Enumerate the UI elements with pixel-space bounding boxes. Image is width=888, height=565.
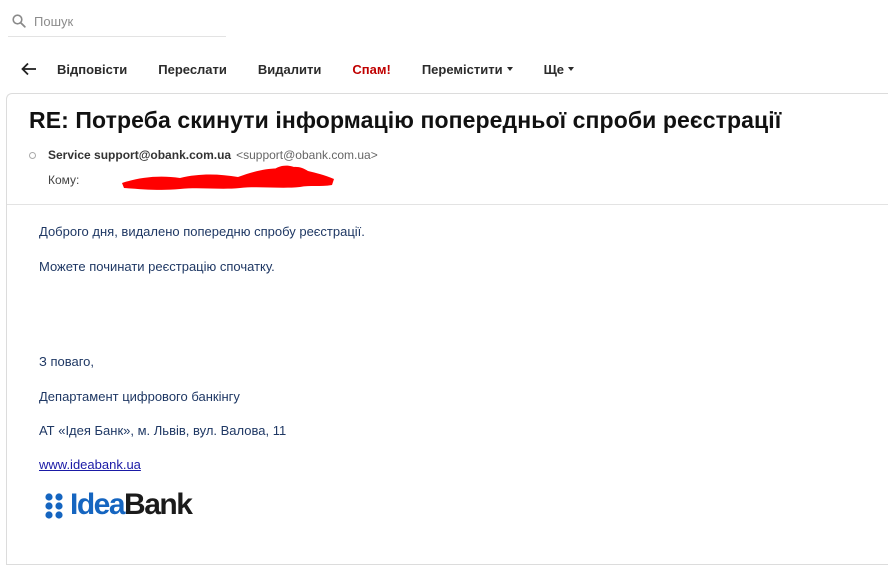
- chevron-down-icon: [568, 67, 575, 71]
- ideabank-logo: IdeaBank: [44, 488, 193, 521]
- status-dot-icon: [29, 151, 36, 159]
- signature-department: Департамент цифрового банкінгу: [39, 389, 240, 404]
- redaction-scribble: [122, 165, 334, 190]
- header-divider: [7, 204, 888, 205]
- email-message: RE: Потреба скинути інформацію попереднь…: [6, 93, 888, 565]
- signature-address: АТ «Ідея Банк», м. Львів, вул. Валова, 1…: [39, 423, 287, 438]
- recipient-row: Кому:: [48, 165, 334, 190]
- sender-row: Service support@obank.com.ua <support@ob…: [29, 148, 378, 162]
- logo-text-bank: Bank: [124, 488, 193, 521]
- to-label: Кому:: [48, 173, 80, 187]
- signature-regards: З поваго,: [39, 354, 95, 369]
- chevron-down-icon: [506, 67, 513, 71]
- website-link[interactable]: www.ideabank.ua: [39, 457, 141, 472]
- forward-button[interactable]: Переслати: [158, 62, 227, 77]
- body-line-restart: Можете починати реєстрацію спочатку.: [39, 259, 275, 274]
- spam-button[interactable]: Спам!: [352, 62, 390, 77]
- search-icon: [12, 14, 26, 28]
- back-button[interactable]: [19, 59, 39, 79]
- message-toolbar: Відповісти Переслати Видалити Спам! Пере…: [0, 56, 605, 82]
- move-button[interactable]: Перемістити: [422, 62, 513, 77]
- reply-button[interactable]: Відповісти: [57, 62, 127, 77]
- more-label: Ще: [543, 61, 565, 77]
- body-line-greeting: Доброго дня, видалено попередню спробу р…: [39, 224, 365, 239]
- delete-button[interactable]: Видалити: [258, 62, 321, 77]
- back-arrow-icon: [21, 62, 36, 76]
- logo-text-idea: Idea: [70, 488, 126, 521]
- more-button[interactable]: Ще: [543, 61, 575, 77]
- logo-text: IdeaBank: [70, 488, 193, 521]
- sender-name[interactable]: Service support@obank.com.ua: [48, 148, 231, 162]
- logo-dots-icon: [45, 493, 63, 519]
- email-subject: RE: Потреба скинути інформацію попереднь…: [29, 107, 782, 133]
- search-bar: [8, 6, 226, 37]
- sender-email[interactable]: <support@obank.com.ua>: [236, 148, 378, 162]
- search-input[interactable]: [32, 12, 216, 30]
- move-label: Перемістити: [421, 61, 503, 77]
